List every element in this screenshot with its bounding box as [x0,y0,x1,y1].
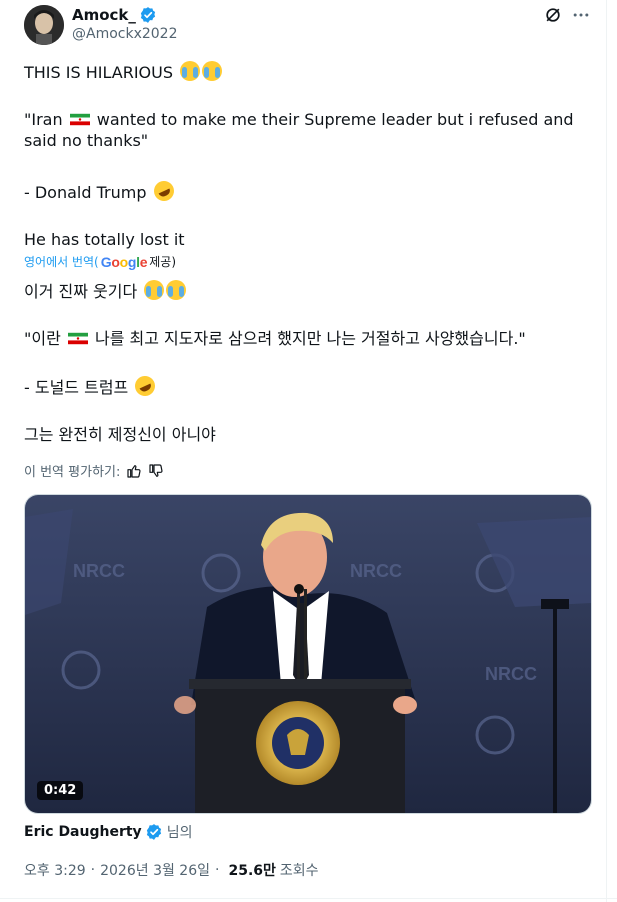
more-icon[interactable] [571,5,593,27]
tweet-quote: "Iran wanted to make me their Supreme le… [24,109,594,151]
crying-emoji-icon [166,280,187,300]
translated-attribution-text: - 도널드 트럼프 [24,378,129,397]
verified-badge-icon [139,6,157,24]
grok-icon[interactable] [543,5,565,27]
avatar[interactable] [24,5,64,45]
video-player[interactable]: NRCC NRCC NRCC 0:42 [24,494,592,814]
name-row: Amock_ [72,6,157,24]
iran-flag-icon [67,332,88,345]
attribution-suffix: 님의 [166,825,193,841]
translated-quote: "이란 나를 최고 지도자로 삼으려 했지만 나는 거절하고 사양했습니다." [24,328,594,349]
translated-quote-start: "이란 [24,329,61,348]
rate-translation: 이 번역 평가하기: [24,461,164,480]
translated-closing: 그는 완전히 제정신이 아니야 [24,425,216,444]
backdrop-logo: NRCC [350,561,402,581]
rate-translation-label: 이 번역 평가하기: [24,465,121,480]
translated-from-bar[interactable]: 영어에서 번역( Google 제공) [24,253,176,270]
media-attribution[interactable]: Eric Daugherty 님의 [24,822,192,842]
quote-start: "Iran [24,110,63,129]
tweet-closing: He has totally lost it [24,230,185,249]
crying-emoji-icon [202,61,223,81]
rofl-emoji-icon [150,177,177,205]
tweet-attribution: - Donald Trump [24,177,594,205]
thumbs-up-icon[interactable] [126,463,142,479]
verified-badge-icon [145,823,163,841]
views-label: 조회수 [279,863,319,879]
video-duration: 0:42 [37,781,84,800]
translated-headline: 이거 진짜 웃기다 [24,282,138,301]
translated-quote-rest: 나를 최고 지도자로 삼으려 했지만 나는 거절하고 사양했습니다." [89,329,526,348]
separator-dot: · [215,862,220,878]
backdrop-logo: NRCC [73,561,125,581]
crying-emoji-icon [144,280,165,300]
separator-dot: · [90,862,96,878]
translated-line-1: 이거 진짜 웃기다 [24,280,594,302]
tweet-date[interactable]: 2026년 3월 26일 [100,860,210,880]
rofl-emoji-icon [132,372,159,400]
tweet-meta: 오후 3:29 · 2026년 3월 26일 · 25.6만 조회수 [24,860,319,880]
translated-from-label: 영어에서 번역( [24,255,99,269]
views-count: 25.6만 [228,863,276,879]
crying-emoji-icon [180,61,201,81]
attribution-text: - Donald Trump [24,183,147,202]
bottom-divider [0,898,617,899]
handle[interactable]: @Amockx2022 [72,26,178,42]
google-logo: Google [100,253,148,270]
translated-attribution: - 도널드 트럼프 [24,372,594,400]
iran-flag-icon [69,113,90,126]
display-name[interactable]: Amock_ [72,6,136,24]
frame-divider [606,0,607,902]
tweet-header: Amock_ @Amockx2022 [24,5,594,45]
tweet-line-1: THIS IS HILARIOUS [24,61,594,83]
backdrop-logo: NRCC [485,664,537,684]
tweet-text-headline: THIS IS HILARIOUS [24,63,173,82]
provided-by-label: 제공) [149,255,176,269]
quote-rest: wanted to make me their Supreme leader b… [24,110,579,150]
video-thumbnail: NRCC NRCC NRCC [25,495,591,813]
attribution-name[interactable]: Eric Daugherty [24,824,142,840]
tweet-time[interactable]: 오후 3:29 [24,860,86,880]
thumbs-down-icon[interactable] [148,463,164,479]
